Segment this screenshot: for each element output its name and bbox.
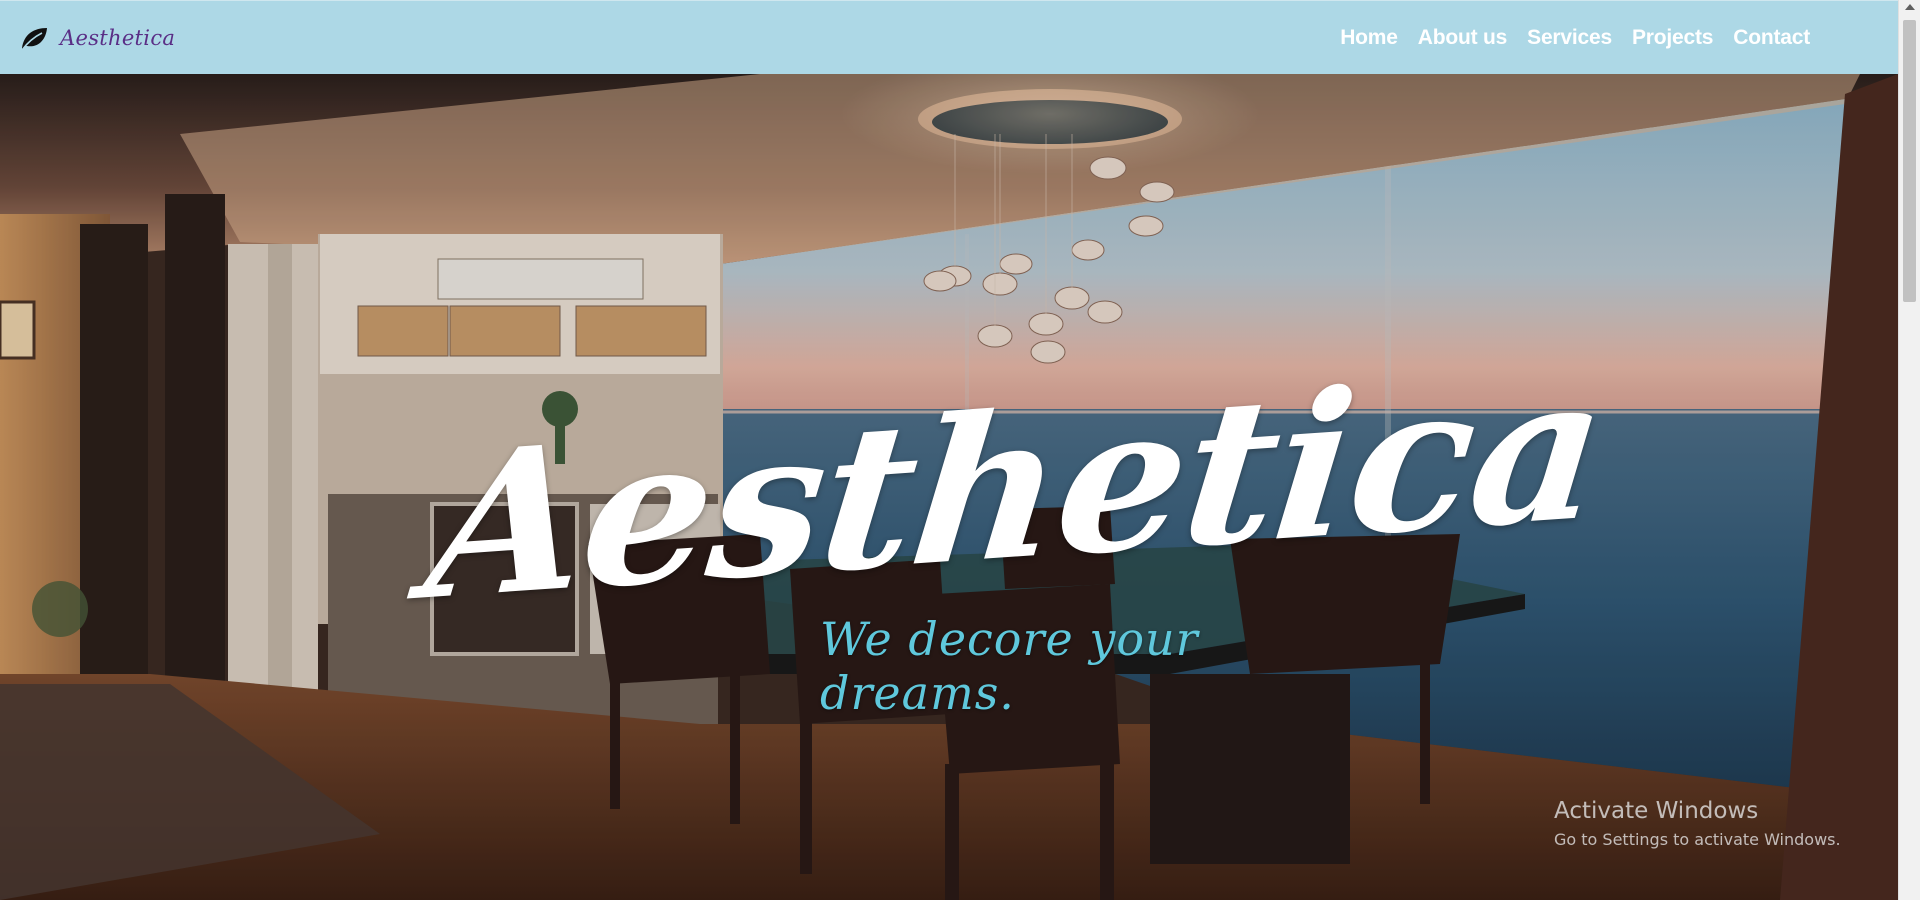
nav-about-link[interactable]: About us bbox=[1418, 26, 1508, 50]
nav-contact-link[interactable]: Contact bbox=[1733, 26, 1810, 50]
nav-menu: Home About us Services Projects Contact bbox=[1340, 1, 1810, 75]
windows-activation-watermark: Activate Windows Go to Settings to activ… bbox=[1554, 798, 1841, 849]
watermark-title: Activate Windows bbox=[1554, 798, 1759, 824]
brand-name: Aesthetica bbox=[60, 25, 176, 50]
nav-services-link[interactable]: Services bbox=[1527, 26, 1612, 50]
navbar: Aesthetica Home About us Services Projec… bbox=[0, 0, 1898, 74]
scroll-up-arrow-icon[interactable] bbox=[1905, 4, 1915, 10]
watermark-subtitle: Go to Settings to activate Windows. bbox=[1554, 830, 1841, 849]
scrollbar-thumb[interactable] bbox=[1903, 20, 1916, 302]
nav-home-link[interactable]: Home bbox=[1340, 26, 1398, 50]
vertical-scrollbar[interactable] bbox=[1898, 0, 1920, 900]
leaf-icon bbox=[18, 22, 50, 54]
nav-projects-link[interactable]: Projects bbox=[1632, 26, 1713, 50]
hero-section: Aesthetica We decore your dreams. Activa… bbox=[0, 74, 1898, 900]
brand-logo[interactable]: Aesthetica bbox=[18, 22, 175, 54]
hero-subtitle: We decore your dreams. bbox=[820, 612, 1199, 720]
